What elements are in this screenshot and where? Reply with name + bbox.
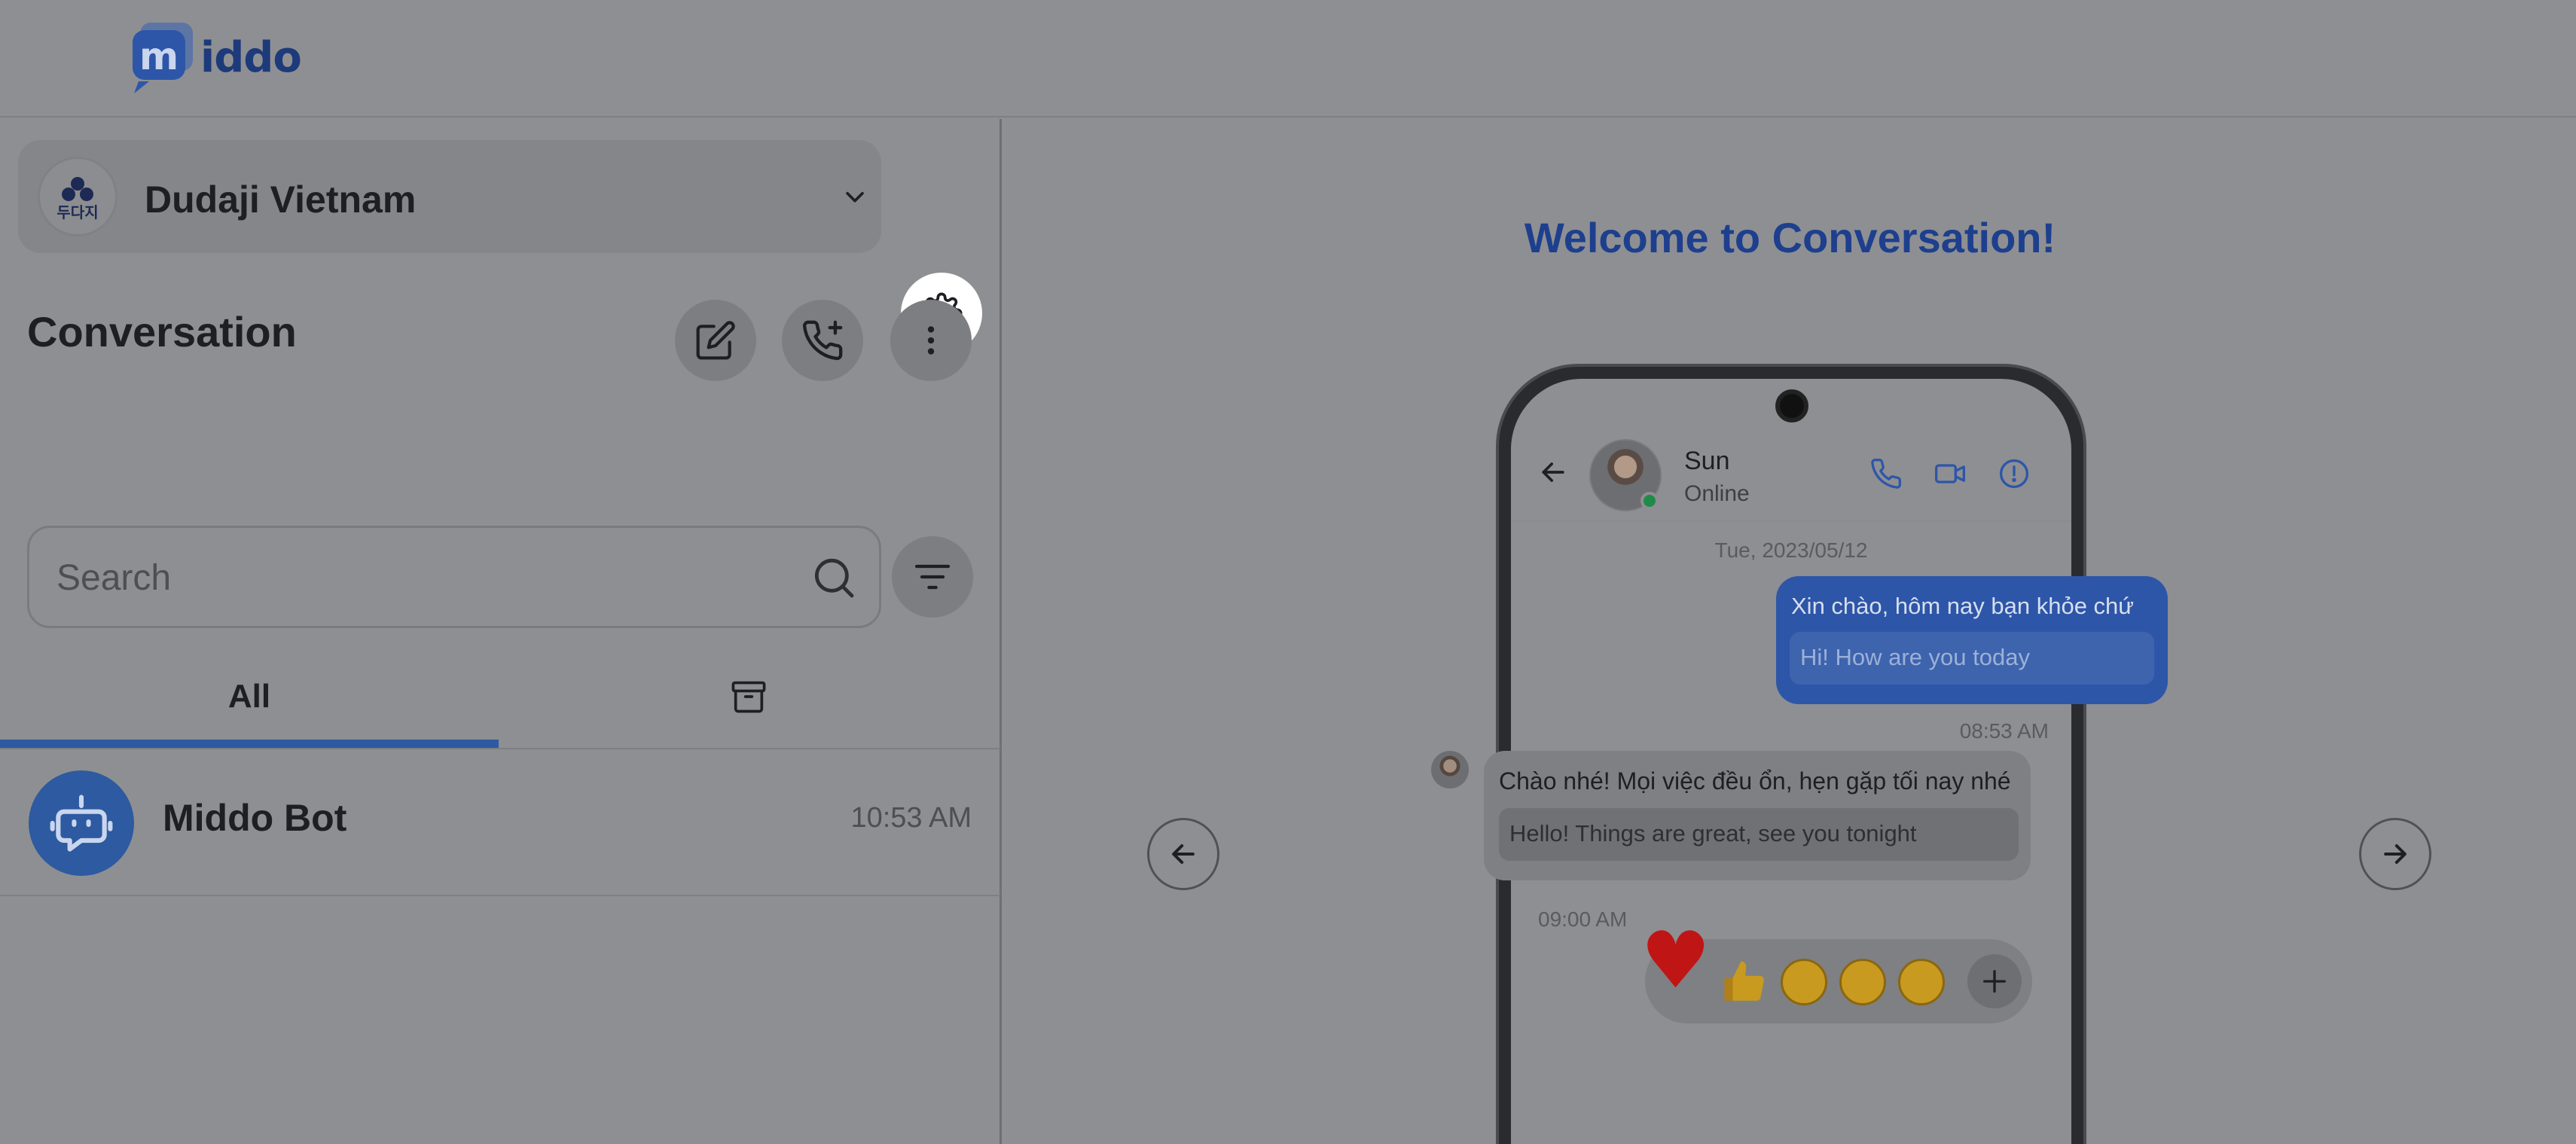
workspace-avatar-text: 두다지 [56, 203, 99, 221]
heart-icon: ♥ [1641, 914, 1711, 1006]
more-vertical-icon [927, 326, 935, 355]
welcome-title: Welcome to Conversation! [1524, 214, 2056, 261]
phone-mockup: Sun Online Tue, 2023/05/12 Xin chào, hôm… [1431, 364, 2168, 1144]
date-separator: Tue, 2023/05/12 [1714, 538, 1868, 562]
bot-icon [50, 795, 113, 852]
sidebar-title: Conversation [27, 308, 297, 355]
workspace-name: Dudaji Vietnam [145, 178, 417, 221]
filter-button[interactable] [892, 536, 973, 618]
thumbs-up-icon [1724, 961, 1764, 1001]
sidebar: 두다지 Dudaji Vietnam Conversation Search A… [0, 119, 1002, 1144]
archive-icon [731, 681, 766, 713]
app-logo[interactable]: m iddo [127, 20, 302, 95]
grinning-face-icon [1781, 959, 1827, 1005]
add-reaction-button [1967, 954, 2022, 1008]
contact-status: Online [1684, 481, 1750, 506]
workspace-avatar: 두다지 [38, 157, 118, 236]
previous-slide-button[interactable] [1147, 818, 1219, 890]
camera-icon [1775, 389, 1808, 423]
search-input[interactable] [56, 551, 795, 605]
incoming-message-text: Chào nhé! Mọi việc đều ổn, hẹn gặp tối n… [1499, 767, 2011, 795]
reaction-bar: ♥ [1641, 921, 2032, 1023]
outgoing-message-translation: Hi! How are you today [1790, 632, 2154, 685]
search-box [27, 526, 881, 628]
chevron-down-icon [846, 191, 864, 203]
conversation-name: Middo Bot [163, 797, 347, 839]
new-conversation-button[interactable] [675, 300, 756, 381]
logo-mark-text: m [139, 35, 179, 78]
incoming-message-time: 09:00 AM [1538, 908, 1628, 931]
plus-icon [1983, 970, 2006, 993]
laughing-face-icon [1839, 959, 1886, 1005]
search-icon[interactable] [810, 554, 858, 602]
conversation-item[interactable]: Middo Bot 10:53 AM [0, 749, 1000, 896]
tab-archived[interactable] [499, 646, 999, 747]
info-icon [1999, 459, 2029, 489]
middo-logo-icon: m [133, 23, 193, 93]
filter-icon [914, 564, 951, 590]
outgoing-message-time: 08:53 AM [1959, 719, 2049, 743]
outgoing-message: Xin chào, hôm nay bạn khỏe chứ Hi! How a… [1776, 576, 2168, 704]
sender-avatar [1431, 751, 1469, 789]
conversation-time: 10:53 AM [850, 802, 972, 834]
new-call-button[interactable] [782, 300, 863, 381]
logo-wordmark: iddo [200, 32, 302, 82]
chat-header: Sun Online [1511, 424, 2071, 522]
video-camera-icon [1935, 464, 1965, 484]
tab-all[interactable]: All [0, 646, 499, 747]
active-tab-indicator [0, 740, 499, 748]
top-bar: m iddo [0, 0, 2576, 117]
arrow-right-icon [2384, 844, 2407, 865]
conversation-avatar [29, 770, 134, 876]
edit-icon [696, 321, 735, 360]
arrow-left-icon [1172, 844, 1195, 865]
main-panel: Welcome to Conversation! Sun Online Tue,… [1004, 119, 2576, 1144]
phone-plus-icon [802, 320, 843, 361]
incoming-message: Chào nhé! Mọi việc đều ổn, hẹn gặp tối n… [1484, 751, 2031, 880]
incoming-message-translation: Hello! Things are great, see you tonight [1499, 808, 2019, 861]
crying-face-icon [1898, 959, 1945, 1005]
outgoing-message-text: Xin chào, hôm nay bạn khỏe chứ [1791, 593, 2135, 619]
phone-icon [1871, 459, 1901, 489]
back-arrow-icon [1542, 462, 1564, 482]
tab-all-label: All [227, 678, 271, 715]
next-slide-button[interactable] [2359, 818, 2431, 890]
workspace-switcher[interactable]: 두다지 Dudaji Vietnam [18, 140, 881, 253]
online-status-dot [1641, 492, 1659, 510]
contact-name: Sun [1684, 447, 1730, 475]
phone-screen: Sun Online Tue, 2023/05/12 Xin chào, hôm… [1431, 379, 2168, 1144]
more-options-button[interactable] [890, 300, 972, 381]
workspace-logo-icon [62, 177, 93, 201]
